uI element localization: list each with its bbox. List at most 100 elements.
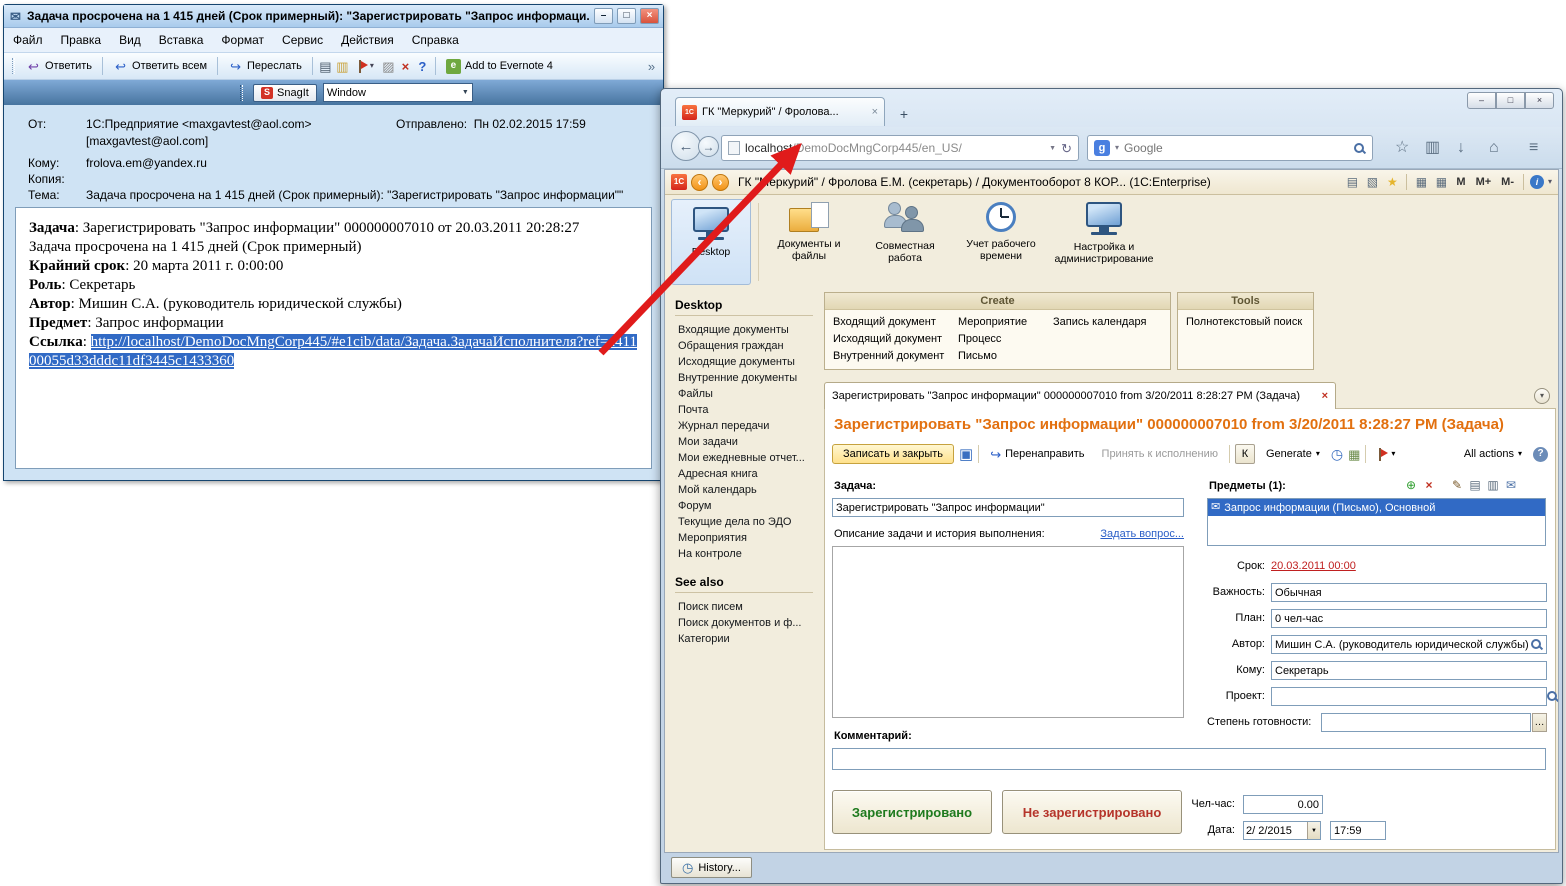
fulltext-search-link[interactable]: Полнотекстовый поиск [1186,315,1302,332]
save-icon[interactable] [959,447,973,462]
forward-button[interactable]: Переслать [223,57,307,76]
menu-tools[interactable]: Сервис [273,29,332,51]
remove-subject-icon[interactable] [1422,478,1436,492]
history-button[interactable]: History... [671,857,752,878]
toolbar-grip[interactable] [240,84,243,101]
tab-close-icon[interactable] [872,107,878,118]
plan-input[interactable] [1271,609,1547,628]
menu-edit[interactable]: Правка [52,29,111,51]
forward-button[interactable] [698,136,719,157]
clock-plus-icon[interactable] [1331,447,1343,461]
calendar-plus-icon[interactable] [1348,448,1360,461]
control-button[interactable]: К [1234,444,1255,464]
create-internal-document[interactable]: Внутренний документ [833,349,944,366]
date-input[interactable] [1244,822,1306,839]
print-preview-icon[interactable] [1364,174,1380,190]
print-icon[interactable] [1344,174,1360,190]
sidebar-item-on-control[interactable]: На контроле [665,546,823,562]
author-input[interactable] [1271,635,1547,654]
snagit-button[interactable]: SnagIt [253,83,317,102]
sidebar-item-files[interactable]: Файлы [665,386,823,402]
delete-icon[interactable] [398,59,413,74]
help-icon[interactable] [1533,446,1548,462]
toolbar-grip[interactable] [12,58,15,74]
sidebar-item-events[interactable]: Мероприятия [665,530,823,546]
create-letter[interactable]: Письмо [958,349,1027,366]
accept-button[interactable]: Принять к исполнению [1096,445,1224,463]
calendar-icon[interactable] [1413,174,1429,190]
reply-button[interactable]: Ответить [21,57,97,76]
copy-subject-icon[interactable] [1486,478,1500,492]
all-actions-button[interactable]: All actions [1458,445,1528,463]
create-event[interactable]: Мероприятие [958,315,1027,332]
menu-actions[interactable]: Действия [332,29,403,51]
task-input[interactable] [832,498,1184,517]
reload-icon[interactable] [1061,142,1072,155]
maximize-button[interactable] [617,8,636,24]
app-back-button[interactable] [691,173,708,191]
not-registered-button[interactable]: Не зарегистрировано [1002,790,1182,834]
search-input[interactable] [1124,141,1348,155]
minimize-button[interactable] [1467,92,1496,109]
readiness-more-button[interactable] [1532,713,1547,732]
m-plus-button[interactable]: M+ [1473,176,1495,188]
create-process[interactable]: Процесс [958,332,1027,349]
add-favorite-icon[interactable] [1384,174,1400,190]
section-desktop[interactable]: Desktop [671,199,751,285]
assignee-input[interactable] [1271,661,1547,680]
date-field[interactable] [1243,821,1321,840]
create-calendar-entry[interactable]: Запись календаря [1053,315,1146,332]
snagit-mode-select[interactable]: Window [322,83,473,102]
generate-button[interactable]: Generate [1260,445,1326,463]
m-minus-button[interactable]: M- [1498,176,1517,188]
sidebar-item-address-book[interactable]: Адресная книга [665,466,823,482]
maximize-button[interactable] [1496,92,1525,109]
date-dropdown-icon[interactable] [1307,822,1320,839]
open-subject-icon[interactable] [1468,478,1482,492]
search-engine-dropdown-icon[interactable] [1115,144,1119,152]
due-date-link[interactable]: 20.03.2011 00:00 [1271,560,1356,572]
evernote-button[interactable]: Add to Evernote 4 [441,57,558,76]
document-tab[interactable]: Зарегистрировать "Запрос информации" 000… [824,382,1336,409]
create-outgoing-document[interactable]: Исходящий документ [833,332,944,349]
section-administration[interactable]: Настройка и администрирование [1049,195,1159,281]
collapse-panel-icon[interactable] [1534,388,1550,404]
sidebar-item-incoming[interactable]: Входящие документы [665,322,823,338]
section-documents[interactable]: Документы и файлы [761,195,857,281]
sidebar-item-internal[interactable]: Внутренние документы [665,370,823,386]
url-dropdown-icon[interactable] [1049,145,1056,152]
sidebar-item-mail[interactable]: Почта [665,402,823,418]
menu-format[interactable]: Формат [212,29,273,51]
toolbar-overflow-icon[interactable] [644,59,659,74]
save-and-close-button[interactable]: Записать и закрыть [832,444,955,464]
time-input[interactable] [1330,821,1386,840]
importance-input[interactable] [1271,583,1547,602]
sidebar-item-my-tasks[interactable]: Мои задачи [665,434,823,450]
sidebar-item-categories[interactable]: Категории [665,631,823,647]
menu-help[interactable]: Справка [403,29,468,51]
close-button[interactable] [640,8,659,24]
sidebar-item-forum[interactable]: Форум [665,498,823,514]
menu-view[interactable]: Вид [110,29,150,51]
minimize-button[interactable] [594,8,613,24]
mail-subject-icon[interactable] [1504,478,1518,492]
browser-tab[interactable]: ГК "Меркурий" / Фролова... [675,97,885,126]
help-icon[interactable] [415,59,430,74]
redirect-button[interactable]: Перенаправить [984,445,1090,464]
document-tab-close-icon[interactable] [1322,391,1328,402]
email-titlebar[interactable]: Задача просрочена на 1 415 дней (Срок пр… [4,5,663,28]
reply-all-button[interactable]: Ответить всем [108,57,212,76]
menu-insert[interactable]: Вставка [150,29,213,51]
search-icon[interactable] [1353,142,1366,155]
description-textarea[interactable] [832,546,1184,718]
author-lookup-icon[interactable] [1530,638,1543,651]
menu-file[interactable]: Файл [4,29,52,51]
project-lookup-icon[interactable] [1546,690,1558,703]
calculator-icon[interactable] [1433,174,1449,190]
readiness-input[interactable] [1321,713,1531,732]
manhours-input[interactable] [1243,795,1323,814]
flag-menu-button[interactable] [1371,445,1401,464]
downloads-icon[interactable] [1457,140,1465,156]
flag-button[interactable] [352,58,379,75]
ask-question-link[interactable]: Задать вопрос... [1082,528,1184,540]
